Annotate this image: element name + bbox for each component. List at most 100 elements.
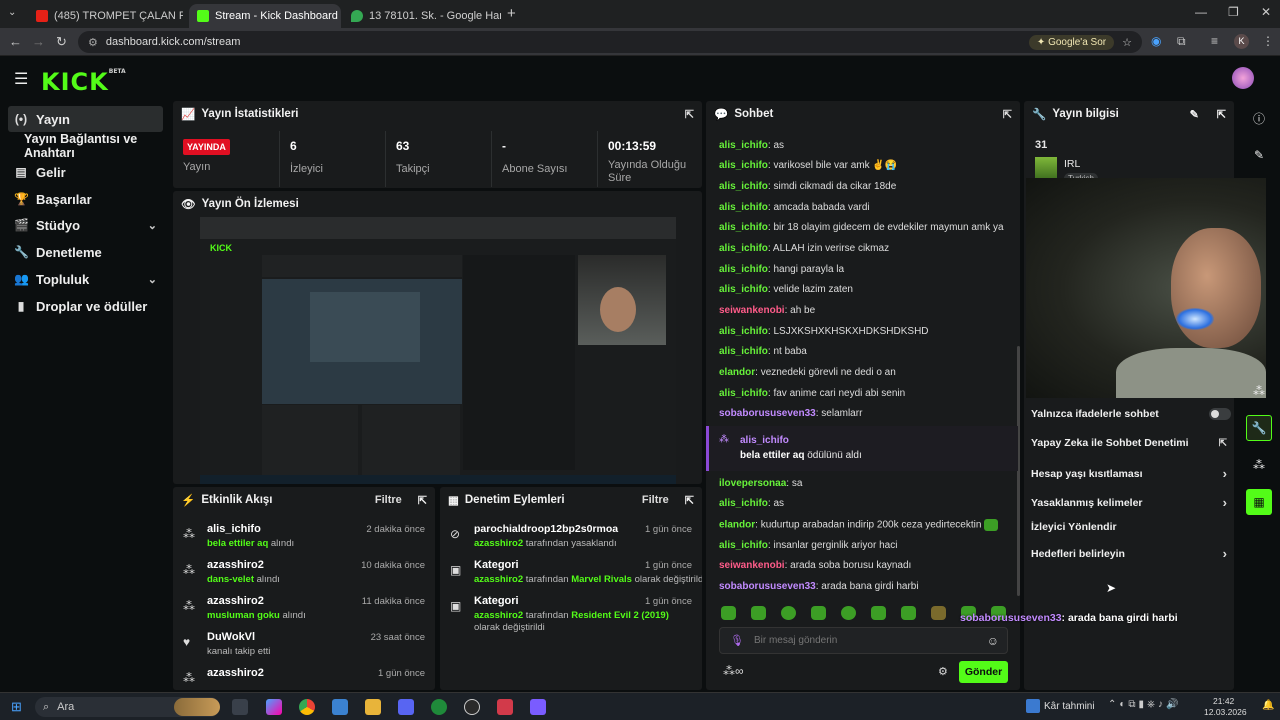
toggle-switch[interactable] bbox=[1209, 408, 1231, 420]
tab-youtube[interactable]: (485) TROMPET ÇALAN FARE A ✕ bbox=[28, 4, 183, 28]
sidebar-item-yayin[interactable]: (•) Yayın bbox=[8, 106, 163, 132]
tab-kick-dashboard[interactable]: Stream - Kick Dashboard 🔈 ✕ bbox=[189, 4, 341, 28]
forward-icon[interactable]: → bbox=[32, 34, 45, 49]
media-control-icon[interactable]: ≡ bbox=[1211, 34, 1218, 48]
emote-only-toggle-row[interactable]: Yalnızca ifadelerle sohbet bbox=[1031, 408, 1231, 420]
banned-words-row[interactable]: Yasaklanmış kelimeler › bbox=[1031, 495, 1231, 510]
obs-icon[interactable] bbox=[464, 699, 480, 715]
chat-message: alis_ichifo: ALLAH izin verirse cikmaz bbox=[719, 243, 890, 254]
search-icon: ⌕ bbox=[43, 700, 50, 713]
bolt-icon: ⚡ bbox=[181, 495, 196, 507]
hamburger-menu-icon[interactable]: ☰ bbox=[14, 69, 28, 89]
stream-preview-video[interactable]: KICK bbox=[200, 217, 676, 484]
sidebar-item-stream-key[interactable]: Yayın Bağlantısı ve Anahtarı bbox=[18, 132, 178, 160]
emote-icon[interactable] bbox=[751, 606, 766, 620]
info-rail-icon[interactable]: ⓘ bbox=[1246, 105, 1272, 131]
kick-logo[interactable]: KICKBETA bbox=[41, 68, 126, 96]
back-icon[interactable]: ← bbox=[9, 34, 22, 49]
chrome-icon[interactable] bbox=[299, 699, 315, 715]
emote-icon[interactable] bbox=[871, 606, 886, 620]
chat-scrollbar[interactable] bbox=[1017, 346, 1020, 596]
account-age-row[interactable]: Hesap yaşı kısıtlaması › bbox=[1031, 466, 1231, 481]
popout-icon[interactable]: ⇱ bbox=[1217, 108, 1226, 121]
moderation-filter-button[interactable]: Filtre bbox=[642, 494, 669, 506]
headset-light-icon bbox=[1176, 308, 1214, 330]
stream-info-header: 🔧 Yayın bilgisi ✎ ⇱ bbox=[1032, 108, 1226, 121]
activity-filter-button[interactable]: Filtre bbox=[375, 494, 402, 506]
emote-icon[interactable] bbox=[811, 606, 826, 620]
maps-pin-icon bbox=[351, 10, 363, 22]
edit-rail-icon[interactable]: ✎ bbox=[1246, 142, 1272, 168]
drops-chat-icon[interactable]: ⁂∞ bbox=[723, 664, 744, 678]
popout-icon[interactable]: ⇱ bbox=[1003, 108, 1012, 121]
minimize-icon[interactable]: — bbox=[1195, 5, 1207, 19]
chat-message: seiwankenobi: ah be bbox=[719, 305, 816, 316]
taskbar-search[interactable]: ⌕ Ara bbox=[35, 697, 220, 717]
kick-app-icon[interactable] bbox=[530, 699, 546, 715]
preview-panel: 👁 Yayın Ön İzlemesi KICK bbox=[173, 191, 702, 484]
raid-row[interactable]: İzleyici Yönlendir bbox=[1031, 521, 1231, 533]
search-highlight-icon bbox=[174, 698, 220, 716]
edit-pencil-icon[interactable]: ✎ bbox=[1190, 108, 1199, 121]
emote-icon[interactable] bbox=[781, 606, 796, 620]
emote-icon[interactable] bbox=[721, 606, 736, 620]
user-avatar[interactable] bbox=[1232, 67, 1254, 89]
clapper-rail-icon[interactable]: ▦ bbox=[1246, 489, 1272, 515]
bookmark-star-icon[interactable]: ☆ bbox=[1122, 36, 1132, 49]
file-explorer-icon[interactable] bbox=[365, 699, 381, 715]
sidebar-item-droplar[interactable]: ▮ Droplar ve ödüller bbox=[8, 293, 163, 319]
drops-rail-icon[interactable]: ⁂ bbox=[1246, 378, 1272, 404]
restore-icon[interactable]: ❐ bbox=[1228, 5, 1239, 19]
chat-settings-icon[interactable]: ⚙ bbox=[938, 665, 948, 678]
chat-message-input[interactable] bbox=[753, 635, 977, 646]
notification-icon[interactable]: 🔔 bbox=[1262, 700, 1274, 711]
extension-icon[interactable]: ◉ bbox=[1151, 34, 1161, 48]
profile-avatar[interactable]: K bbox=[1234, 34, 1249, 49]
emoji-picker-icon[interactable]: ☺ bbox=[987, 634, 999, 648]
reload-icon[interactable]: ↻ bbox=[56, 34, 67, 50]
wrench-rail-icon[interactable]: 🔧 bbox=[1246, 415, 1272, 441]
clock-date[interactable]: 12.03.2026 bbox=[1204, 707, 1247, 717]
chat-message: alis_ichifo: amcada babada vardi bbox=[719, 202, 870, 213]
activity-row: ⁂ azasshiro2 1 gün önce bbox=[183, 667, 425, 685]
maps-icon[interactable] bbox=[497, 699, 513, 715]
popout-icon[interactable]: ⇱ bbox=[685, 108, 694, 121]
tab-list-icon[interactable]: ⌄ bbox=[8, 7, 16, 18]
chevron-down-icon: ⌄ bbox=[147, 219, 157, 232]
url-field[interactable]: ⚙ dashboard.kick.com/stream ✦ Google'a S… bbox=[78, 31, 1142, 53]
browser-menu-icon[interactable]: ⋮ bbox=[1262, 34, 1274, 48]
popout-icon[interactable]: ⇱ bbox=[685, 494, 694, 507]
chat-input-box[interactable]: 🎙 ☺ bbox=[719, 627, 1008, 654]
community-rail-icon[interactable]: ⁂ bbox=[1246, 452, 1272, 478]
ai-moderation-row[interactable]: Yapay Zeka ile Sohbet Denetimi ⇱ bbox=[1031, 437, 1231, 449]
send-button[interactable]: Gönder bbox=[959, 661, 1008, 683]
goals-row[interactable]: Hedefleri belirleyin › bbox=[1031, 546, 1231, 561]
revenue-icon: ▤ bbox=[15, 165, 27, 179]
sidebar-item-gelir[interactable]: ▤ Gelir bbox=[8, 159, 163, 185]
emote-icon[interactable] bbox=[901, 606, 916, 620]
xbox-icon[interactable] bbox=[431, 699, 447, 715]
site-info-icon[interactable]: ⚙ bbox=[88, 36, 98, 49]
new-tab-icon[interactable]: + bbox=[507, 5, 516, 22]
sidebar-item-denetleme[interactable]: 🔧 Denetleme bbox=[8, 239, 163, 265]
sidebar-item-basarilar[interactable]: 🏆 Başarılar bbox=[8, 186, 163, 212]
emote-icon[interactable] bbox=[931, 606, 946, 620]
extensions-puzzle-icon[interactable]: ⧉ bbox=[1177, 34, 1186, 49]
weather-text[interactable]: Kâr tahmini bbox=[1044, 701, 1095, 712]
tab-google-maps[interactable]: 13 78101. Sk. - Google Haritalar ✕ bbox=[343, 4, 501, 28]
sidebar-item-topluluk[interactable]: 👥 Topluluk ⌄ bbox=[8, 266, 163, 292]
drop-icon: ⁂ bbox=[183, 599, 195, 613]
app-icon[interactable] bbox=[332, 699, 348, 715]
google-ask-button[interactable]: ✦ Google'a Sor bbox=[1028, 34, 1115, 50]
sidebar-item-studyo[interactable]: 🎬 Stüdyo ⌄ bbox=[8, 212, 163, 238]
tray-icons[interactable]: ⌃◐⧉▮⎈♪🔊 bbox=[1108, 699, 1182, 710]
emote-icon[interactable] bbox=[841, 606, 856, 620]
mic-icon[interactable]: 🎙 bbox=[730, 634, 744, 647]
popout-icon[interactable]: ⇱ bbox=[418, 494, 427, 507]
task-view-icon[interactable] bbox=[232, 699, 248, 715]
windows-start-icon[interactable]: ⊞ bbox=[11, 699, 22, 715]
close-window-icon[interactable]: ✕ bbox=[1261, 5, 1271, 19]
clock-time[interactable]: 21:42 bbox=[1213, 696, 1234, 706]
discord-icon[interactable] bbox=[398, 699, 414, 715]
copilot-icon[interactable] bbox=[266, 699, 282, 715]
